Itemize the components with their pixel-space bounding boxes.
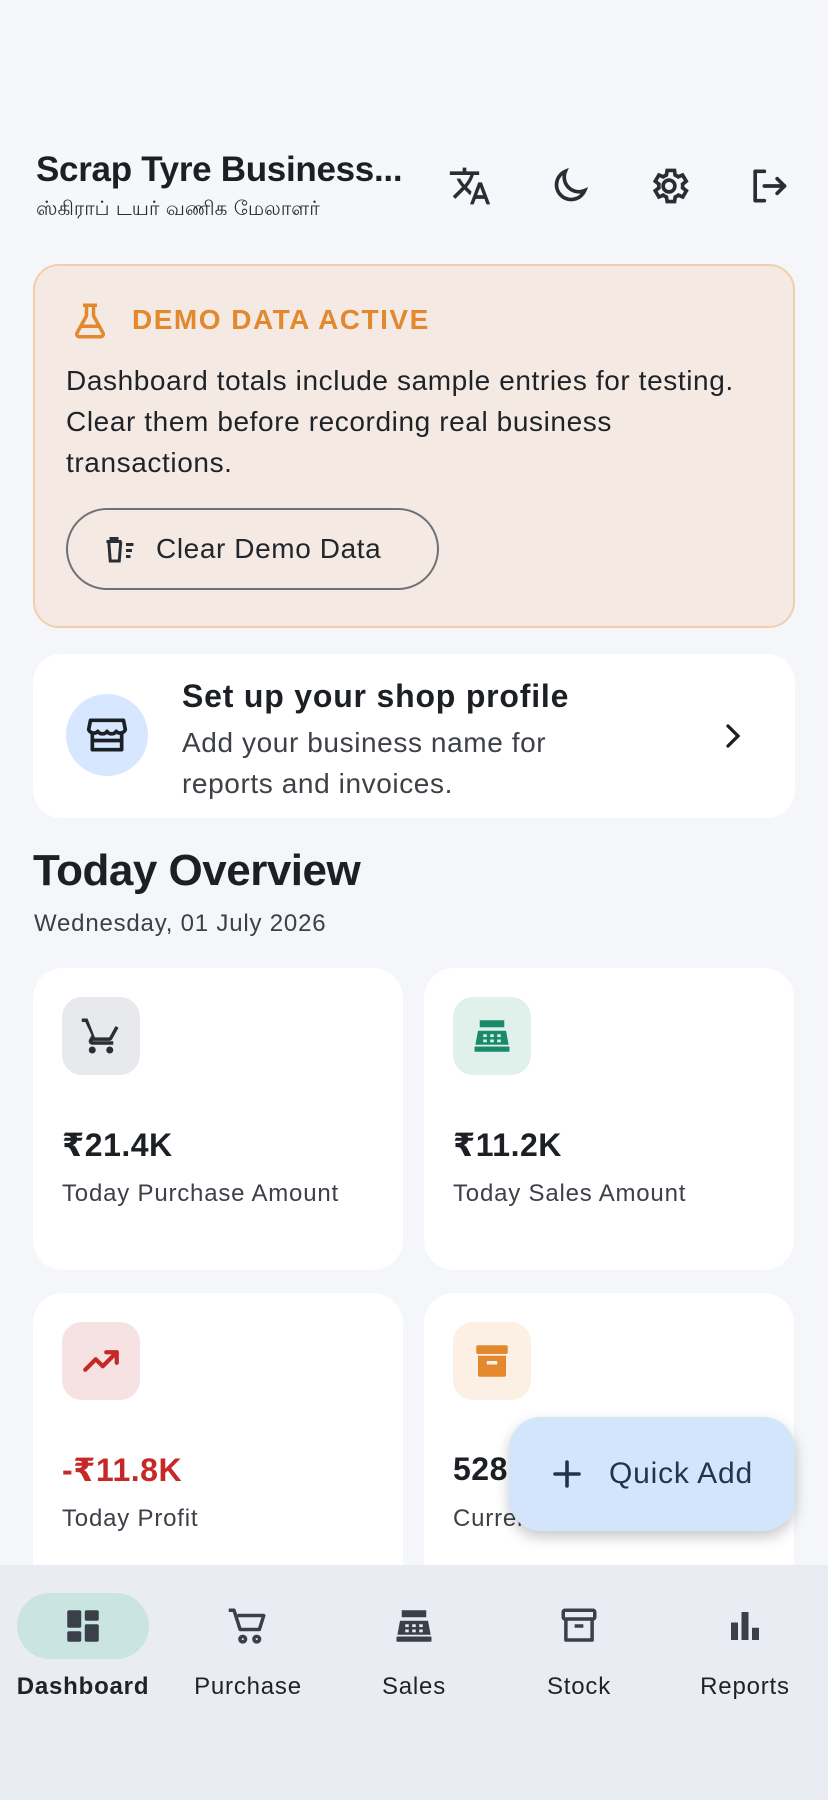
card-value: -₹11.8K	[62, 1452, 183, 1488]
card-value: 528	[453, 1451, 508, 1487]
store-avatar	[66, 694, 148, 776]
nav-label: Sales	[381, 1673, 447, 1700]
delete-sweep-icon	[106, 537, 134, 563]
demo-data-banner: DEMO DATA ACTIVE Dashboard totals includ…	[33, 264, 795, 628]
cash-register-icon	[348, 1593, 480, 1659]
nav-label: Purchase	[194, 1673, 302, 1700]
dashboard-icon	[17, 1593, 149, 1659]
nav-item-stock[interactable]: Stock	[496, 1593, 662, 1713]
nav-item-purchase[interactable]: Purchase	[165, 1593, 331, 1713]
nav-label: Reports	[700, 1673, 790, 1700]
purchase-amount-card[interactable]: ₹21.4K Today Purchase Amount	[33, 968, 403, 1270]
plus-icon	[553, 1460, 581, 1488]
app-subtitle: ஸ்கிராப் டயர் வணிக மேலாளர்	[36, 196, 320, 220]
translate-icon[interactable]	[444, 160, 496, 212]
bottom-navigation: Dashboard Purchase Sales Stock Reports	[0, 1565, 828, 1800]
cash-register-icon	[453, 997, 531, 1075]
nav-label: Dashboard	[16, 1673, 150, 1700]
shop-profile-card[interactable]: Set up your shop profile Add your busine…	[33, 654, 795, 818]
settings-icon[interactable]	[643, 160, 695, 212]
app-title: Scrap Tyre Business...	[36, 150, 403, 189]
card-label: Today Profit	[62, 1505, 199, 1532]
demo-banner-text: Dashboard totals include sample entries …	[66, 365, 734, 478]
chevron-right-icon	[726, 724, 741, 748]
profit-card[interactable]: -₹11.8K Today Profit	[33, 1293, 403, 1595]
card-label: Today Sales Amount	[453, 1180, 687, 1207]
app-root: Scrap Tyre Business... ஸ்கிராப் டயர் வணி…	[0, 0, 828, 1800]
quick-add-button[interactable]: Quick Add	[509, 1417, 795, 1531]
overview-title: Today Overview	[33, 846, 361, 895]
flask-icon	[75, 303, 105, 339]
cart-icon	[182, 1593, 314, 1659]
nav-label: Stock	[546, 1673, 612, 1700]
store-icon	[86, 718, 128, 752]
profile-card-title: Set up your shop profile	[182, 678, 570, 714]
bar-chart-icon	[679, 1593, 811, 1659]
demo-banner-title: DEMO DATA ACTIVE	[132, 304, 430, 335]
profile-card-subtitle: Add your business name for reports and i…	[182, 727, 547, 799]
nav-item-dashboard[interactable]: Dashboard	[0, 1593, 166, 1713]
card-label: Today Purchase Amount	[62, 1180, 339, 1207]
dark-mode-icon[interactable]	[544, 160, 596, 212]
inventory-box-icon	[513, 1593, 645, 1659]
overview-date: Wednesday, 01 July 2026	[34, 910, 327, 937]
clear-demo-data-button[interactable]: Clear Demo Data	[66, 508, 439, 590]
card-value: ₹11.2K	[453, 1127, 562, 1163]
card-value: ₹21.4K	[62, 1127, 173, 1163]
nav-item-sales[interactable]: Sales	[331, 1593, 497, 1713]
logout-icon[interactable]	[742, 160, 794, 212]
quick-add-label: Quick Add	[609, 1457, 753, 1490]
inventory-box-icon	[453, 1322, 531, 1400]
cart-icon	[62, 997, 140, 1075]
sales-amount-card[interactable]: ₹11.2K Today Sales Amount	[424, 968, 794, 1270]
app-header: Scrap Tyre Business... ஸ்கிராப் டயர் வணி…	[0, 0, 828, 244]
clear-demo-data-label: Clear Demo Data	[156, 533, 382, 564]
nav-item-reports[interactable]: Reports	[662, 1593, 828, 1713]
trending-up-icon	[62, 1322, 140, 1400]
